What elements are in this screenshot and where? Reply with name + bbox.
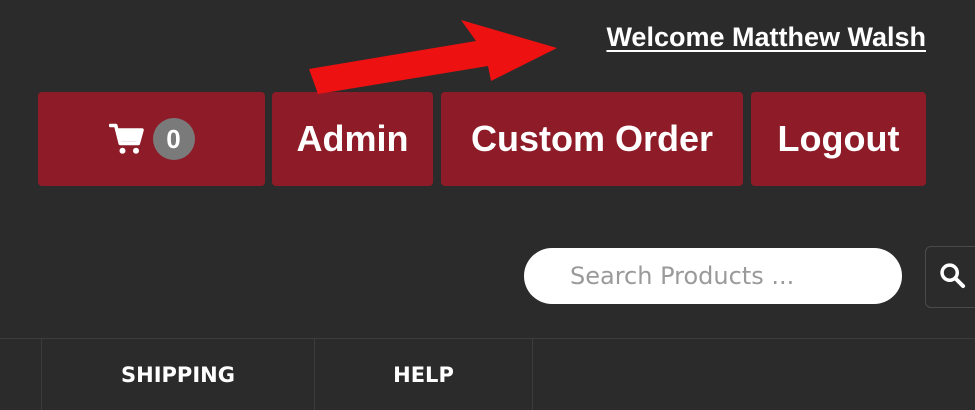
admin-button[interactable]: Admin [272,92,433,186]
custom-order-button[interactable]: Custom Order [441,92,743,186]
search-button[interactable] [925,246,975,308]
nav-separator [532,339,533,410]
nav-item-help[interactable]: HELP [315,339,532,410]
search-icon [938,261,966,294]
search-input[interactable] [524,248,902,304]
welcome-user-link[interactable]: Welcome Matthew Walsh [606,22,926,53]
nav-item-shipping[interactable]: SHIPPING [42,339,314,410]
cart-icon [108,121,145,157]
cart-button[interactable]: 0 [38,92,265,186]
cart-count-badge: 0 [152,118,195,160]
logout-button[interactable]: Logout [751,92,926,186]
